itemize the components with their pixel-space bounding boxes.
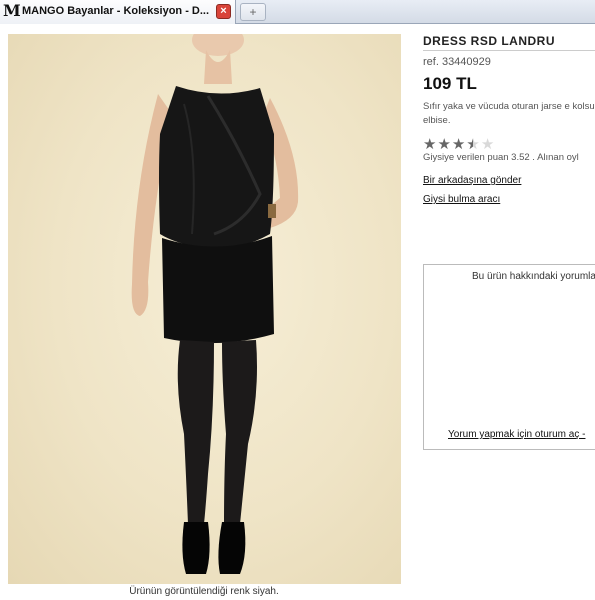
send-to-friend-link[interactable]: Bir arkadaşına gönder [423,175,521,186]
browser-tab-strip: M MANGO Bayanlar - Koleksiyon - D... × + [0,0,595,24]
reviews-box: Bu ürün hakkındaki yorumla Yorum yapmak … [423,264,595,450]
rating-text: Giysiye verilen puan 3.52 . Alınan oyl [423,152,579,163]
star-icon[interactable]: ★ [452,137,465,152]
model-in-dress-illustration [131,34,299,574]
star-half-icon[interactable]: ★ [466,137,479,152]
product-info-panel: DRESS RSD LANDRU ref. 33440929 109 TL Sı… [423,24,595,600]
product-description: Sıfır yaka ve vücuda oturan jarse e kols… [423,101,595,126]
star-empty-icon[interactable]: ★ [481,137,494,152]
product-reference: ref. 33440929 [423,56,491,68]
tab-title: MANGO Bayanlar - Koleksiyon - D... [22,5,210,17]
mango-favicon-icon: M [3,1,21,20]
title-divider [423,50,595,51]
rating-stars[interactable]: ★★★★ ★ [423,136,495,152]
login-to-review-link[interactable]: Yorum yapmak için oturum aç - [448,429,585,440]
image-color-caption: Ürünün görüntülendiği renk siyah. [129,586,279,597]
close-tab-icon[interactable]: × [216,4,231,19]
product-image-area: Ürünün görüntülendiği renk siyah. [0,24,408,600]
browser-tab[interactable]: M MANGO Bayanlar - Koleksiyon - D... × [0,0,236,24]
product-photo[interactable] [8,34,401,584]
product-title: DRESS RSD LANDRU [423,34,556,48]
outfit-finder-link[interactable]: Giysi bulma aracı [423,194,500,205]
product-price: 109 TL [423,74,477,93]
star-icon[interactable]: ★ [437,137,450,152]
star-icon[interactable]: ★ [423,137,436,152]
no-reviews-message: Bu ürün hakkındaki yorumla [472,271,595,282]
new-tab-button[interactable]: + [240,3,266,21]
